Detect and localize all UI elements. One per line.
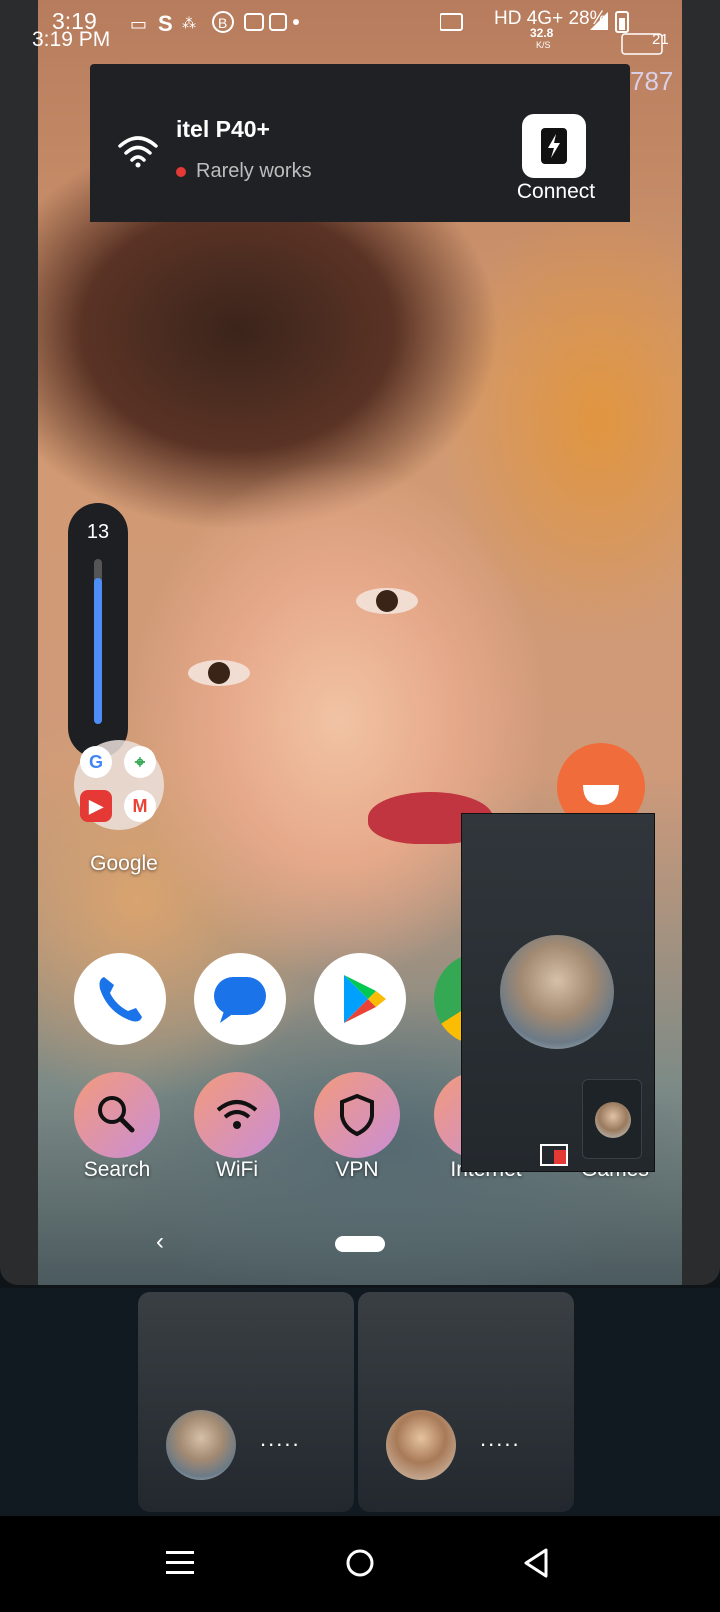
self-avatar — [595, 1102, 631, 1138]
wifi-label: WiFi — [216, 1158, 258, 1181]
search-icon — [98, 1096, 135, 1133]
wifi-action-icon — [216, 1100, 258, 1129]
self-view[interactable] — [582, 1079, 642, 1159]
participant-avatar — [166, 1410, 236, 1480]
folder-label: Google — [90, 852, 158, 875]
vpn-action[interactable] — [314, 1072, 400, 1158]
wifi-action[interactable] — [194, 1072, 280, 1158]
participant-name-dots: ..... — [480, 1426, 521, 1451]
connect-button[interactable] — [522, 114, 586, 178]
messages-app-icon[interactable] — [194, 953, 286, 1045]
vpn-label: VPN — [335, 1158, 379, 1181]
status-app-icons: ▭ S ⁂ B — [130, 11, 299, 36]
participant-name-dots: ..... — [260, 1426, 301, 1451]
volume-level: 13 — [86, 521, 110, 543]
search-label: Search — [83, 1158, 151, 1181]
system-nav-bar — [0, 1516, 720, 1612]
svg-text:S: S — [158, 11, 173, 36]
connect-label[interactable]: Connect — [506, 180, 606, 204]
caller-avatar — [500, 935, 614, 1049]
phone-screen-share: 3:19 3:19 PM ▭ S ⁂ B HD 4G+ 28% 32.8 K/S… — [0, 0, 720, 1285]
status-bar: 3:19 3:19 PM ▭ S ⁂ B HD 4G+ 28% 32.8 K/S… — [0, 0, 720, 96]
wifi-notification[interactable]: itel P40+ Rarely works Connect — [90, 64, 630, 222]
participant-avatar — [386, 1410, 456, 1480]
volume-fill — [94, 578, 102, 724]
net-unit: K/S — [536, 40, 551, 50]
video-call-pip[interactable] — [461, 813, 655, 1172]
network-status-text: Rarely works — [196, 160, 312, 182]
battery-badge: 21 — [652, 31, 669, 48]
wallpaper-eye — [356, 588, 418, 614]
svg-text:B: B — [218, 15, 227, 31]
network-status: Rarely works — [176, 160, 312, 183]
home-circle-icon[interactable] — [344, 1547, 376, 1579]
play-store-icon[interactable] — [314, 953, 406, 1045]
notification-icons: ▭ S ⁂ B — [130, 10, 300, 42]
status-dot-icon — [176, 166, 186, 177]
network-name: itel P40+ — [176, 116, 270, 142]
volume-slider[interactable]: 13 — [68, 503, 128, 758]
overlay-time: 3:19 PM — [32, 28, 111, 51]
google-folder[interactable]: G ⌖ ▶ M — [74, 740, 164, 830]
back-triangle-icon[interactable] — [522, 1547, 552, 1579]
wallpaper-eye — [188, 660, 250, 686]
shield-icon — [340, 1093, 374, 1137]
gmail-icon: M — [124, 790, 156, 822]
maps-icon: ⌖ — [124, 746, 156, 778]
participant-tile[interactable]: ..... — [138, 1292, 354, 1512]
svg-text:⁂: ⁂ — [182, 16, 196, 32]
net-speed: 32.8 — [530, 26, 554, 40]
participant-tile[interactable]: ..... — [358, 1292, 574, 1512]
search-action[interactable] — [74, 1072, 160, 1158]
screen-share-icon — [540, 1144, 568, 1166]
recents-menu-icon[interactable] — [164, 1548, 196, 1578]
svg-text:▭: ▭ — [130, 14, 147, 35]
phone-app-icon[interactable] — [74, 953, 166, 1045]
partial-counter: 787 — [630, 66, 674, 96]
home-pill[interactable] — [335, 1236, 385, 1252]
google-icon: G — [80, 746, 112, 778]
wifi-icon — [118, 136, 158, 168]
youtube-icon: ▶ — [80, 790, 112, 822]
bolt-icon — [541, 128, 567, 164]
back-chevron-icon[interactable]: ‹ — [156, 1228, 164, 1256]
